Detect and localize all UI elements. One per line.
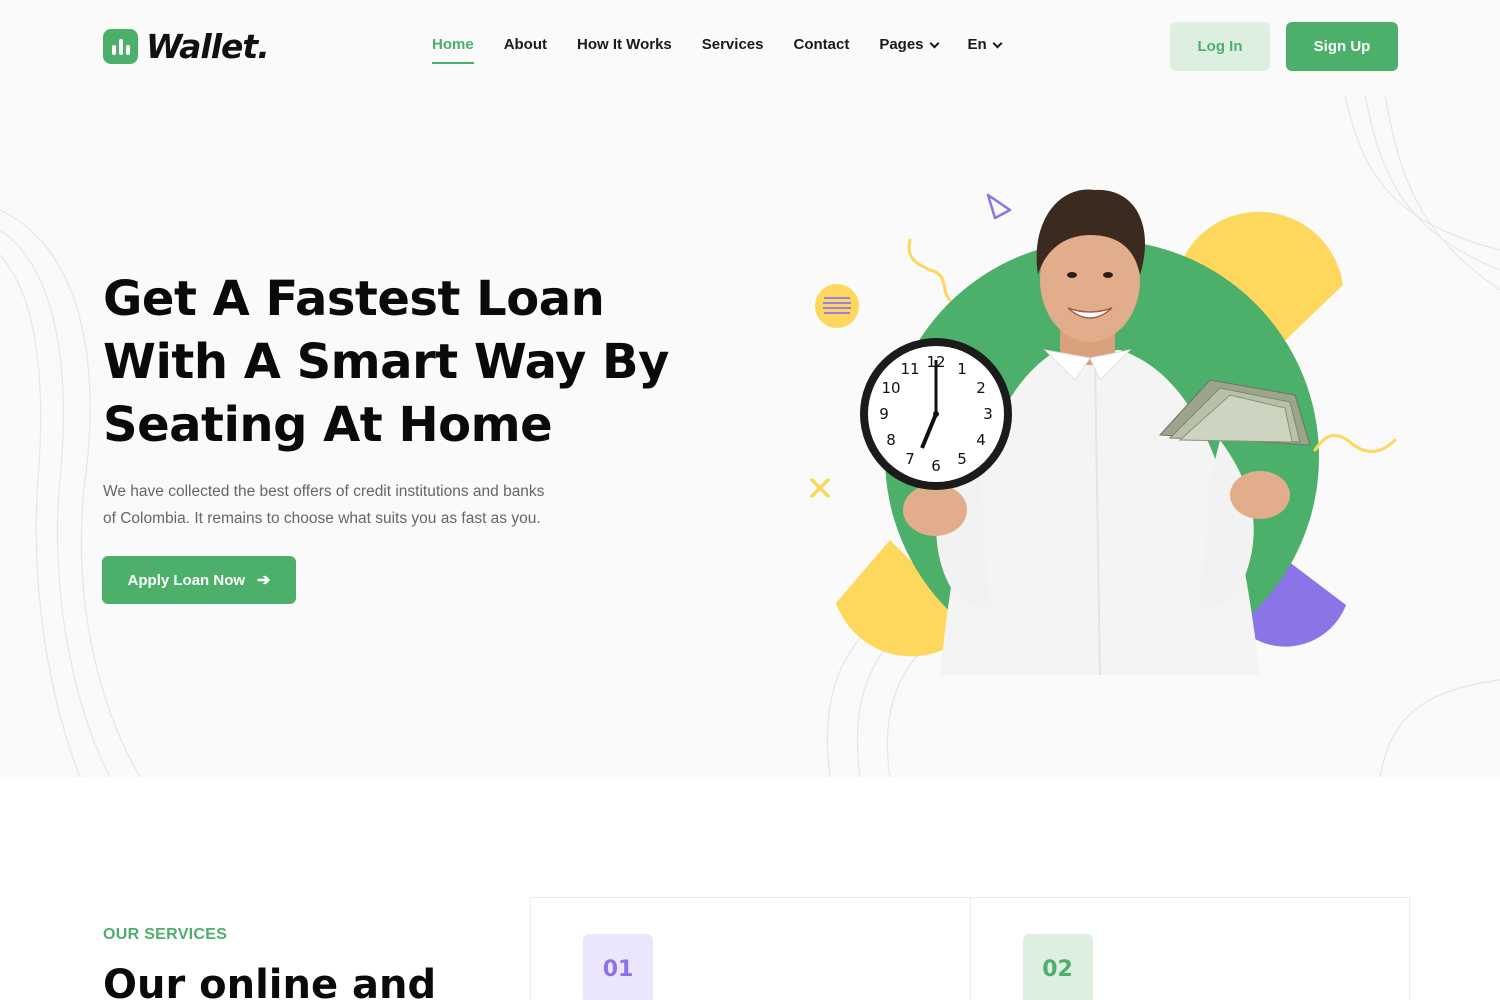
hero-illustration: 121234567891011 <box>810 189 1397 676</box>
nav-pages-label: Pages <box>879 36 924 53</box>
services-eyebrow: OUR SERVICES <box>103 926 228 943</box>
services-cards: 01 02 <box>530 897 1410 1000</box>
signup-button[interactable]: Sign Up <box>1286 22 1398 71</box>
hero-description-line: of Colombia. It remains to choose what s… <box>103 510 541 527</box>
nav-about[interactable]: About <box>504 36 547 64</box>
squiggle-right <box>1313 433 1397 453</box>
chevron-down-icon <box>992 38 1003 49</box>
nav-contact-label: Contact <box>793 36 850 53</box>
arrow-right-icon: ➔ <box>257 572 271 589</box>
language-dropdown[interactable]: En <box>967 36 1003 64</box>
nav-about-label: About <box>503 36 548 53</box>
clock-numeral: 6 <box>931 457 941 475</box>
brand-logo[interactable]: Wallet. <box>103 27 270 66</box>
logo-bars-icon <box>103 29 138 64</box>
clock-numeral: 4 <box>976 431 986 449</box>
hero-description: We have collected the best offers of cre… <box>103 478 603 532</box>
x-mark-icon <box>810 478 830 498</box>
hero-title-line: Seating At Home <box>103 397 553 453</box>
nav-pages-dropdown[interactable]: Pages <box>879 36 939 64</box>
nav-services-label: Services <box>701 36 764 53</box>
clock-numeral: 9 <box>879 405 889 423</box>
hero-title-line: With A Smart Way By <box>103 334 669 390</box>
hero-description-line: We have collected the best offers of cre… <box>103 483 545 500</box>
clock-numeral: 2 <box>976 379 986 397</box>
squiggle-top <box>907 238 952 302</box>
hero-title: Get A Fastest Loan With A Smart Way By S… <box>103 268 723 457</box>
triangle-outline-icon <box>986 193 1012 220</box>
services-title: Our online and <box>103 962 437 1000</box>
language-label: En <box>967 36 987 53</box>
chevron-down-icon <box>929 38 939 49</box>
nav-how-it-works-label: How It Works <box>577 36 672 53</box>
striped-circle-icon <box>815 284 859 328</box>
service-number-badge: 02 <box>1022 934 1093 1000</box>
service-number-badge: 01 <box>583 934 653 1000</box>
clock-numeral: 1 <box>957 360 967 378</box>
nav-how-it-works[interactable]: How It Works <box>577 36 672 64</box>
nav-home[interactable]: Home <box>432 36 474 64</box>
clock-numeral: 10 <box>881 379 900 397</box>
clock-numeral: 5 <box>957 450 967 468</box>
service-card[interactable]: 01 <box>531 898 971 1000</box>
nav-contact[interactable]: Contact <box>793 36 849 64</box>
apply-loan-button[interactable]: Apply Loan Now ➔ <box>102 556 296 604</box>
hero-title-line: Get A Fastest Loan <box>103 271 605 327</box>
login-button[interactable]: Log In <box>1170 22 1270 71</box>
nav-home-label: Home <box>432 36 474 53</box>
clock-numeral: 8 <box>886 431 896 449</box>
apply-loan-label: Apply Loan Now <box>127 571 246 589</box>
hero-section: Wallet. Home About How It Works Services… <box>0 0 1500 777</box>
service-card[interactable]: 02 <box>971 898 1410 1000</box>
clock-numeral: 7 <box>905 450 915 468</box>
wall-clock-icon: 121234567891011 <box>860 338 1012 490</box>
clock-numeral: 3 <box>983 405 993 423</box>
clock-numeral: 11 <box>900 360 919 378</box>
nav-services[interactable]: Services <box>702 36 764 64</box>
main-nav: Home About How It Works Services Contact… <box>432 36 1031 64</box>
brand-name: Wallet. <box>146 27 270 66</box>
